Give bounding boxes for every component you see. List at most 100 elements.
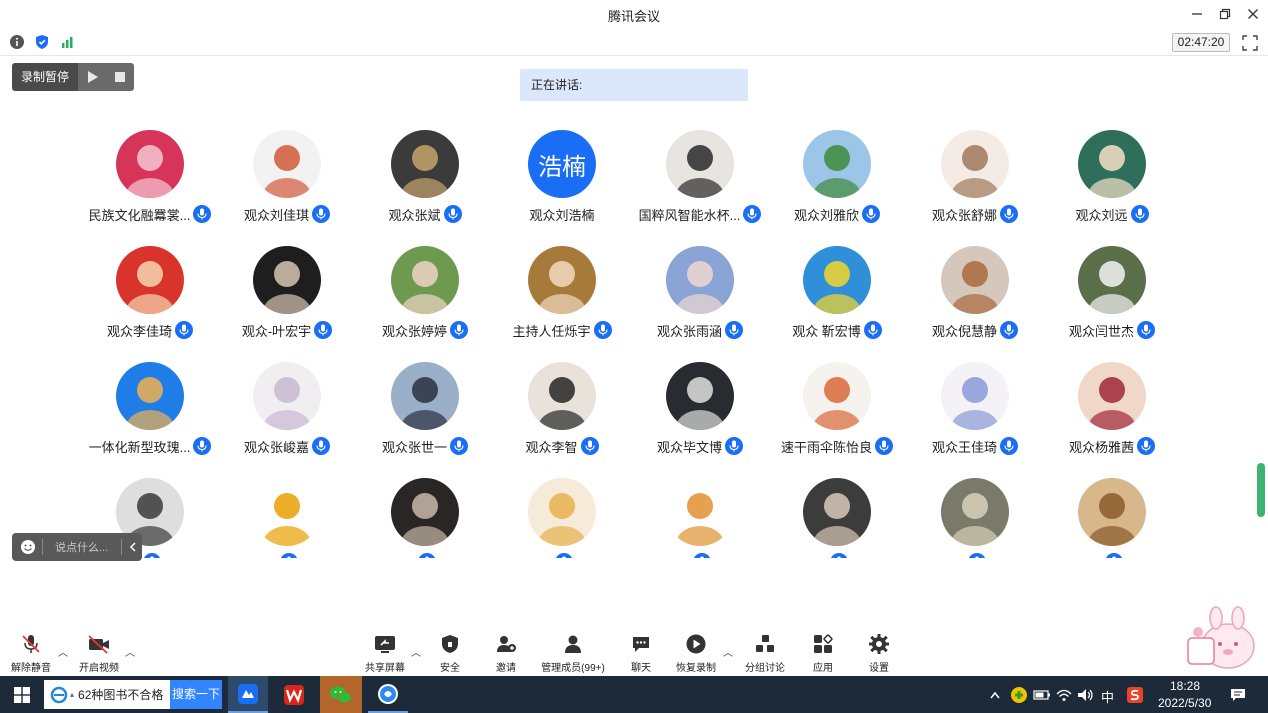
share-screen-icon [375,636,395,653]
participant-scrollbar[interactable] [1257,463,1265,517]
participant-tile[interactable] [218,466,356,558]
participant-tile[interactable]: 观众张斌 [356,118,494,228]
participant-tile[interactable]: 民族文化融羃裳... [81,118,219,228]
participant-name: 主持人任烁宇 [512,323,591,339]
unmute-options-caret[interactable]: ︿ [58,644,68,659]
start-button[interactable] [8,676,36,713]
battery-icon [1033,689,1050,700]
avatar [666,478,734,546]
participant-tile[interactable]: 观众张世一 [356,350,494,460]
stop-recording-button[interactable] [106,63,134,91]
ime-indicator[interactable]: 中 [1101,687,1114,706]
participant-tile[interactable]: 主持人任烁宇 [493,234,631,344]
avatar [391,246,459,314]
participant-tile[interactable] [1043,466,1181,558]
participant-name-row [1043,552,1181,558]
settings-button[interactable]: 设置 [861,628,897,674]
speaking-indicator: 正在讲话: [520,69,748,101]
participant-tile[interactable]: 观众李智 [493,350,631,460]
participant-tile[interactable]: 观众刘佳琪 [218,118,356,228]
search-go-button[interactable]: 搜索一下 [170,680,222,709]
participant-tile[interactable] [631,466,769,558]
participant-tile[interactable] [906,466,1044,558]
participant-tile[interactable]: 观众倪慧静 [906,234,1044,344]
participant-tile[interactable]: 观众-叶宏宇 [218,234,356,344]
participant-tile[interactable]: 观众张舒娜 [906,118,1044,228]
share-screen-button[interactable]: 共享屏幕 [362,628,408,674]
mic-status-icon [193,437,212,455]
participant-tile[interactable]: 观众张雨涵 [631,234,769,344]
taskbar-tencent-meeting[interactable] [228,676,268,713]
avatar [116,362,184,430]
participant-tile[interactable]: 观众杨雅茜 [1043,350,1181,460]
participant-name: 观众李佳琦 [106,323,172,339]
participant-tile[interactable]: 观众张峻嘉 [218,350,356,460]
participant-tile[interactable] [768,466,906,558]
participant-tile[interactable]: 观众李佳琦 [81,234,219,344]
participant-name-row: 观众刘远 [1043,204,1181,224]
apps-button[interactable]: 应用 [805,628,841,674]
tray-wifi[interactable] [1054,676,1074,713]
chat-button[interactable]: 聊天 [623,628,659,674]
chat-input-box[interactable]: 说点什么... [12,533,142,561]
participant-name: 观众刘远 [1075,207,1128,223]
tray-security-app[interactable] [1008,676,1030,713]
floating-mascot-widget[interactable] [1186,606,1266,674]
participant-tile[interactable]: 速干雨伞陈怡良 [768,350,906,460]
meeting-info-icon[interactable] [8,33,26,51]
tray-battery[interactable] [1032,676,1052,713]
participant-name-row: 观众李佳琦 [81,320,219,340]
participant-tile[interactable]: 观众王佳琦 [906,350,1044,460]
fullscreen-button[interactable] [1240,33,1260,53]
video-options-caret[interactable]: ︿ [125,644,135,659]
resume-recording-button[interactable] [78,63,106,91]
taskbar-clock-date[interactable]: 2022/5/30 [1158,696,1211,710]
participant-tile[interactable]: 观众刘远 [1043,118,1181,228]
participant-tile[interactable]: 观众张婷婷 [356,234,494,344]
participant-name: 观众王佳琦 [931,439,997,455]
taskbar-wechat[interactable] [320,676,362,713]
taskbar-clock-time[interactable]: 18:28 [1170,679,1200,693]
participant-name-row [768,552,906,558]
network-signal-icon[interactable] [59,33,77,51]
restore-button[interactable] [1214,3,1236,25]
participant-tile[interactable]: 一体化新型玫瑰... [81,350,219,460]
avatar [941,478,1009,546]
manage-members-button[interactable]: 管理成员(99+) [536,628,610,674]
taskbar-wps[interactable] [274,676,314,713]
participant-name: 观众张斌 [388,207,441,223]
mic-status-icon [1000,205,1018,223]
participant-tile[interactable]: 浩楠 观众刘浩楠 [493,118,631,228]
participant-tile[interactable]: 观众闫世杰 [1043,234,1181,344]
mic-status-icon [279,553,298,558]
search-dropdown-caret[interactable]: ▴ [70,690,74,699]
tray-sogou-ime[interactable] [1124,676,1146,713]
invite-button[interactable]: 邀请 [488,628,524,674]
participant-tile[interactable]: 观众 靳宏博 [768,234,906,344]
participant-tile[interactable]: 观众刘雅欣 [768,118,906,228]
security-shield-icon[interactable] [33,33,51,51]
share-options-caret[interactable]: ︿ [411,644,421,659]
resume-recording-toolbar-button[interactable]: 恢复录制 [673,628,719,674]
participant-tile[interactable]: 观众毕文博 [631,350,769,460]
breakout-rooms-button[interactable]: 分组讨论 [742,628,788,674]
recording-options-caret[interactable]: ︿ [723,644,733,659]
start-video-button[interactable]: 开启视频 [76,628,122,674]
participant-tile[interactable]: 国粹风智能水杯... [631,118,769,228]
tray-volume[interactable] [1076,676,1096,713]
ie-browser-icon [50,686,68,703]
chat-placeholder[interactable]: 说点什么... [55,539,115,555]
chevron-left-icon[interactable] [128,541,138,553]
notification-center-button[interactable] [1226,676,1250,713]
participant-name-row: 观众李智 [493,436,631,456]
unmute-button[interactable]: 解除静音 [8,628,54,674]
taskbar-search-box[interactable]: ▴ 62种图书不合格 搜索一下 [44,680,222,709]
minimize-button[interactable] [1186,3,1208,25]
participant-tile[interactable] [356,466,494,558]
taskbar-browser[interactable] [368,676,408,713]
search-query-text[interactable]: 62种图书不合格 [78,686,170,703]
close-button[interactable] [1242,3,1264,25]
tray-show-hidden-icons[interactable] [986,676,1004,713]
security-button[interactable]: 安全 [432,628,468,674]
participant-tile[interactable] [493,466,631,558]
